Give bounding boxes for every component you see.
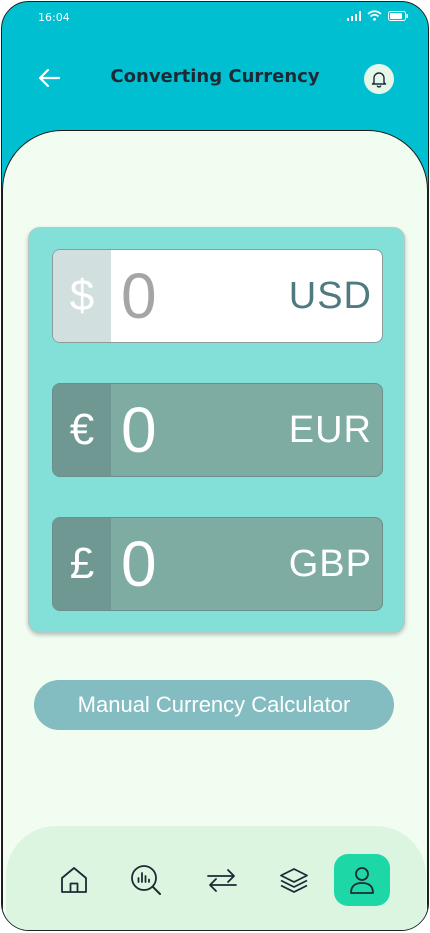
- nav-profile[interactable]: [334, 854, 390, 906]
- notifications-button[interactable]: [364, 64, 394, 94]
- status-time: 16:04: [38, 11, 70, 24]
- wifi-icon: [367, 10, 382, 21]
- layers-icon: [280, 868, 308, 893]
- status-icons: [347, 10, 408, 21]
- amount-value: 0: [121, 528, 157, 600]
- converter-row-gbp[interactable]: £ 0 GBP: [52, 517, 383, 611]
- exchange-arrows-icon: [207, 869, 237, 892]
- app-header: Converting Currency: [2, 54, 428, 102]
- signal-icon: [347, 10, 361, 21]
- amount-value: 0: [121, 394, 157, 466]
- status-bar: 16:04: [2, 2, 428, 32]
- currency-code: GBP: [288, 542, 372, 585]
- battery-icon: [388, 10, 408, 21]
- currency-code: USD: [288, 274, 372, 317]
- currency-symbol: $: [53, 250, 111, 342]
- currency-symbol: £: [53, 518, 111, 610]
- nav-exchange[interactable]: [194, 854, 250, 906]
- converter-row-eur[interactable]: € 0 EUR: [52, 383, 383, 477]
- currency-code: EUR: [288, 408, 372, 451]
- profile-icon: [350, 867, 374, 894]
- bell-icon: [371, 72, 387, 88]
- bottom-nav: [6, 826, 426, 930]
- analytics-search-icon: [131, 865, 161, 895]
- home-icon: [61, 867, 87, 893]
- nav-home[interactable]: [46, 854, 102, 906]
- nav-analytics[interactable]: [118, 854, 174, 906]
- currency-symbol: €: [53, 384, 111, 476]
- phone-frame: 16:04 Converting Currency $ 0 USD € 0 EU…: [1, 1, 429, 931]
- amount-value: 0: [121, 260, 157, 332]
- manual-calculator-button[interactable]: Manual Currency Calculator: [34, 680, 394, 730]
- converter-row-usd[interactable]: $ 0 USD: [52, 249, 383, 343]
- converter-card: $ 0 USD € 0 EUR £ 0 GBP: [28, 227, 405, 633]
- nav-layers[interactable]: [266, 854, 322, 906]
